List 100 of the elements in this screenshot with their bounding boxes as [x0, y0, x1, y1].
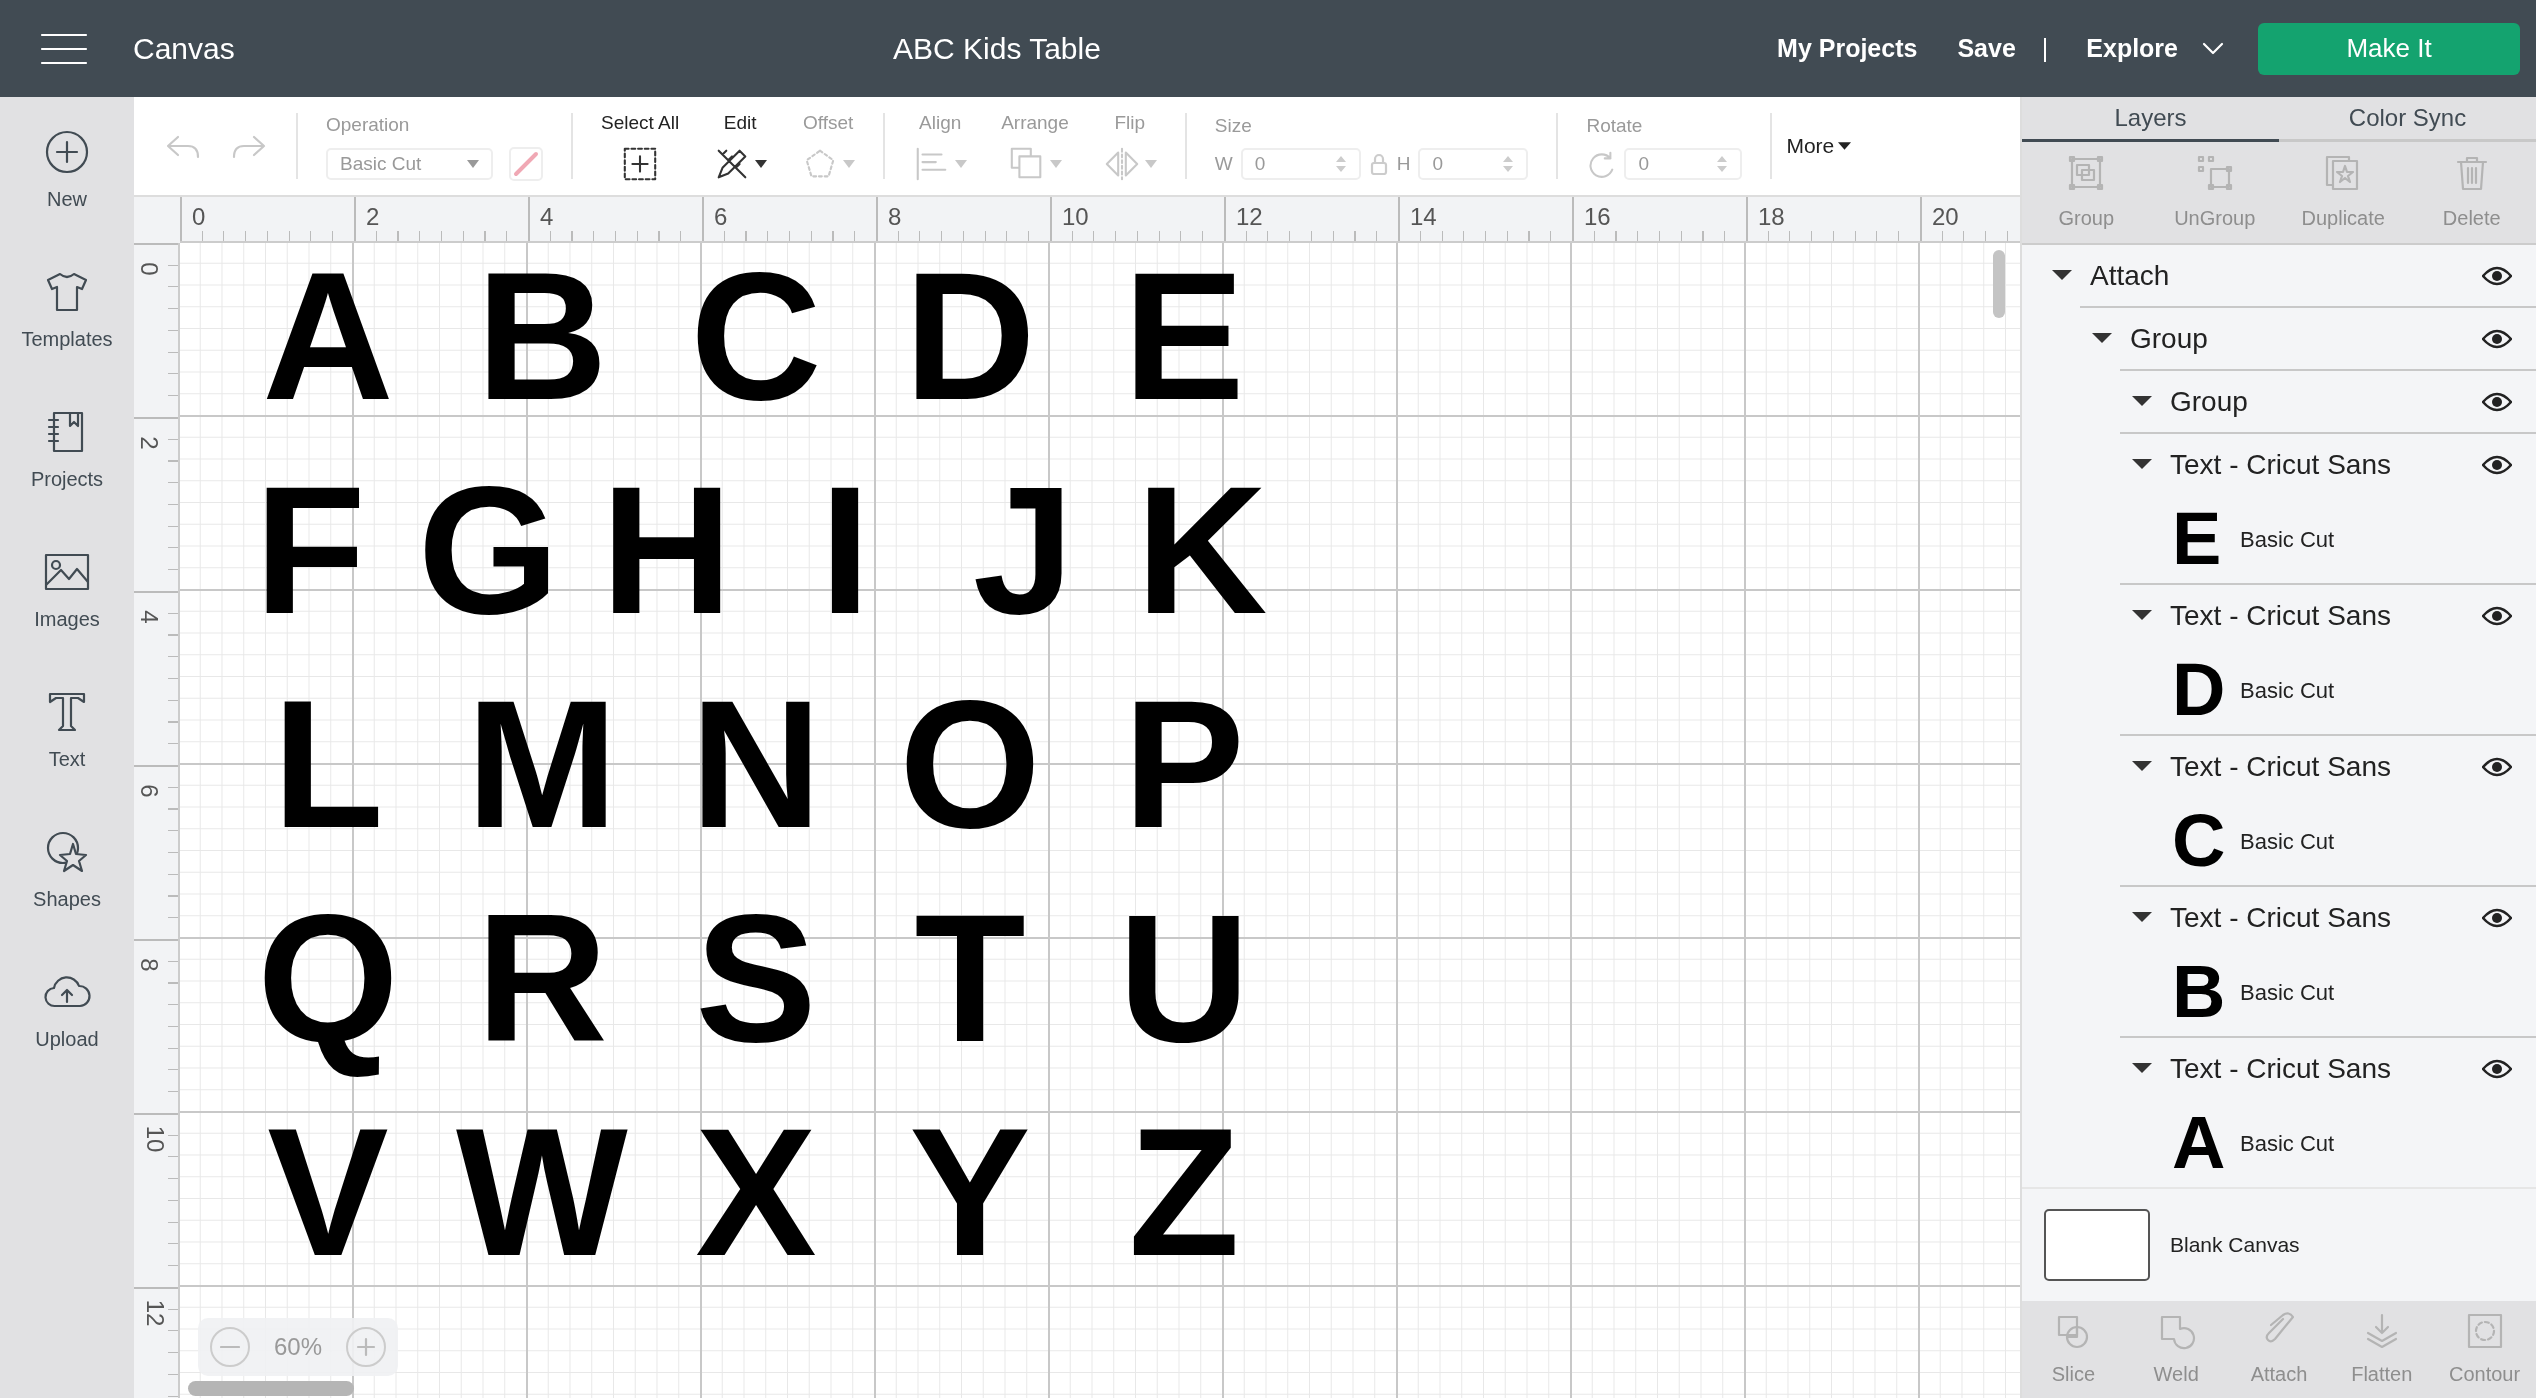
tool-label: Flip	[1114, 110, 1146, 135]
canvas-letter[interactable]: I	[810, 472, 880, 656]
field-label: W	[1214, 152, 1233, 176]
layer-row[interactable]: Group	[2022, 371, 2536, 432]
caret-icon[interactable]	[2132, 1062, 2152, 1075]
scrollbar[interactable]	[188, 1381, 354, 1396]
ruler-number: 10	[1062, 203, 1089, 230]
layer-row[interactable]: Attach	[2022, 245, 2536, 306]
operation-label: Basic Cut	[2240, 827, 2335, 856]
canvas-letter[interactable]: B	[467, 258, 617, 442]
explore-menu[interactable]: Explore	[2086, 29, 2224, 68]
canvas-letter[interactable]: O	[890, 686, 1050, 870]
chevron-down-icon[interactable]	[2202, 41, 2224, 56]
sidebar-item[interactable]: Images	[0, 547, 134, 687]
caret-icon[interactable]	[2132, 760, 2152, 773]
tool-label: Align	[919, 110, 962, 135]
ruler-number: 8	[134, 958, 164, 972]
canvas-letter[interactable]: D	[895, 258, 1045, 442]
layer-thumbnail: D	[2172, 653, 2227, 727]
eye-icon[interactable]	[2482, 756, 2512, 777]
caret-icon[interactable]	[2092, 332, 2112, 345]
canvas-letter[interactable]: M	[457, 686, 627, 870]
layer-row[interactable]: Text - Cricut Sans	[2022, 434, 2536, 495]
layer-row[interactable]: Text - Cricut Sans	[2022, 736, 2536, 797]
scrollbar[interactable]	[1993, 250, 2005, 318]
ruler-number: 12	[141, 1299, 171, 1327]
caret-icon[interactable]	[2132, 609, 2152, 622]
line-color-swatch[interactable]	[509, 147, 543, 182]
eye-icon[interactable]	[2482, 328, 2512, 349]
nav-link[interactable]: Save	[1957, 29, 2016, 68]
sidebar-item[interactable]: Upload	[0, 967, 134, 1107]
caret-icon	[1838, 142, 1852, 150]
ruler-number: 0	[192, 203, 206, 230]
canvas-letter[interactable]: E	[1114, 258, 1254, 442]
sidebar-item[interactable]: Text	[0, 687, 134, 827]
project-title: ABC Kids Table	[893, 31, 1101, 67]
ruler-number: 12	[1236, 203, 1263, 230]
canvas-letter[interactable]: Y	[900, 1114, 1040, 1298]
ruler-number: 20	[1932, 203, 1959, 230]
plus-icon	[356, 1337, 376, 1357]
ruler-number: 18	[1758, 203, 1785, 230]
canvas-letter[interactable]: X	[686, 1114, 826, 1298]
layer-row[interactable]: Text - Cricut Sans	[2022, 1038, 2536, 1099]
canvas-letter[interactable]: C	[681, 258, 831, 442]
canvas-letter[interactable]: R	[467, 900, 617, 1084]
tool-label: Select All	[601, 110, 680, 135]
canvas-letter[interactable]: Q	[248, 900, 408, 1084]
canvas-letter[interactable]: F	[245, 472, 375, 656]
canvas-letter[interactable]: Z	[1119, 1114, 1249, 1298]
caret-icon[interactable]	[2052, 269, 2072, 282]
canvas-letter[interactable]: G	[408, 472, 569, 656]
layer-row[interactable]: Text - Cricut Sans	[2022, 887, 2536, 948]
caret-icon	[1049, 160, 1062, 169]
tool-label: Rotate	[1586, 113, 1643, 138]
layer-thumbnail: E	[2172, 502, 2223, 576]
layer-row[interactable]: Text - Cricut Sans	[2022, 585, 2536, 646]
eye-icon[interactable]	[2482, 1058, 2512, 1079]
sidebar-item[interactable]: Projects	[0, 407, 134, 547]
caret-icon[interactable]	[2132, 395, 2152, 408]
eye-icon[interactable]	[2482, 391, 2512, 412]
ruler-number: 0	[134, 262, 164, 276]
canvas-letter[interactable]: P	[1114, 686, 1254, 870]
caret-icon[interactable]	[2132, 458, 2152, 471]
eye-icon[interactable]	[2482, 605, 2512, 626]
tool-label: Edit	[723, 110, 757, 135]
canvas-letter[interactable]: L	[263, 686, 393, 870]
canvas-letter[interactable]: J	[963, 472, 1084, 656]
canvas-letter[interactable]: H	[592, 472, 742, 656]
more-menu[interactable]: More	[1786, 130, 1852, 162]
nav-link[interactable]: My Projects	[1777, 29, 1918, 68]
eye-icon[interactable]	[2482, 265, 2512, 286]
zoom-level: 60%	[273, 1332, 322, 1362]
canvas-letter[interactable]: T	[905, 900, 1035, 1084]
canvas-letter[interactable]: U	[1109, 900, 1259, 1084]
canvas-letter[interactable]: V	[258, 1114, 398, 1298]
canvas-letter[interactable]: K	[1127, 472, 1277, 656]
ruler-number: 2	[366, 203, 380, 230]
sidebar-item[interactable]: Templates	[0, 267, 134, 407]
canvas-letter[interactable]: W	[447, 1114, 637, 1298]
ruler-number: 10	[141, 1125, 171, 1153]
tool-label: Arrange	[1001, 110, 1069, 135]
layer-thumbnail: A	[2172, 1106, 2227, 1180]
caret-icon	[955, 160, 968, 169]
canvas-letter[interactable]: A	[253, 258, 403, 442]
canvas-letter[interactable]: S	[686, 900, 826, 1084]
layer-thumbnail: C	[2172, 804, 2227, 878]
caret-icon[interactable]	[2132, 911, 2152, 924]
tool-label: Operation	[326, 112, 410, 137]
eye-icon[interactable]	[2482, 454, 2512, 475]
ruler-number: 16	[1584, 203, 1611, 230]
eye-icon[interactable]	[2482, 907, 2512, 928]
caret-icon	[755, 160, 768, 169]
tool-label: Offset	[803, 110, 854, 135]
canvas-letter[interactable]: N	[681, 686, 831, 870]
app-name: Canvas	[133, 31, 235, 67]
layer-row[interactable]: Group	[2022, 308, 2536, 369]
layer-thumbnail: B	[2172, 955, 2227, 1029]
sidebar-item[interactable]: Shapes	[0, 827, 134, 967]
operation-label: Basic Cut	[2240, 676, 2335, 705]
sidebar-item[interactable]: New	[0, 127, 134, 267]
